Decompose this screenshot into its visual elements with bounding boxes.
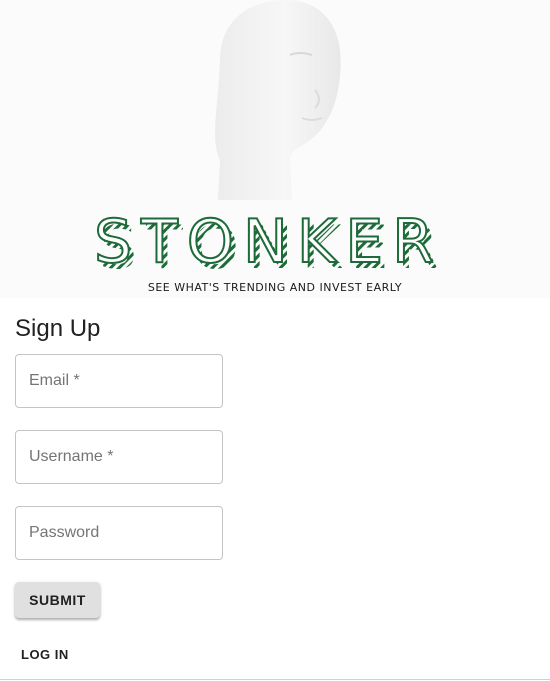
password-input[interactable] bbox=[16, 507, 222, 559]
stonks-bust-image bbox=[215, 0, 341, 200]
tagline: SEE WHAT'S TRENDING AND INVEST EARLY bbox=[147, 281, 403, 294]
email-field[interactable] bbox=[15, 354, 223, 408]
username-input[interactable] bbox=[16, 431, 222, 483]
email-input[interactable] bbox=[16, 355, 222, 407]
login-button[interactable]: LOG IN bbox=[13, 643, 77, 666]
header-banner: STONKER STONKER SEE WHAT'S TRENDING AND … bbox=[0, 0, 550, 298]
divider bbox=[0, 679, 550, 680]
submit-button[interactable]: SUBMIT bbox=[15, 582, 100, 618]
username-field[interactable] bbox=[15, 430, 223, 484]
password-field[interactable] bbox=[15, 506, 223, 560]
page-title: Sign Up bbox=[15, 315, 101, 342]
stonker-logo: STONKER STONKER bbox=[93, 210, 443, 276]
logo-text: STONKER bbox=[94, 210, 443, 276]
